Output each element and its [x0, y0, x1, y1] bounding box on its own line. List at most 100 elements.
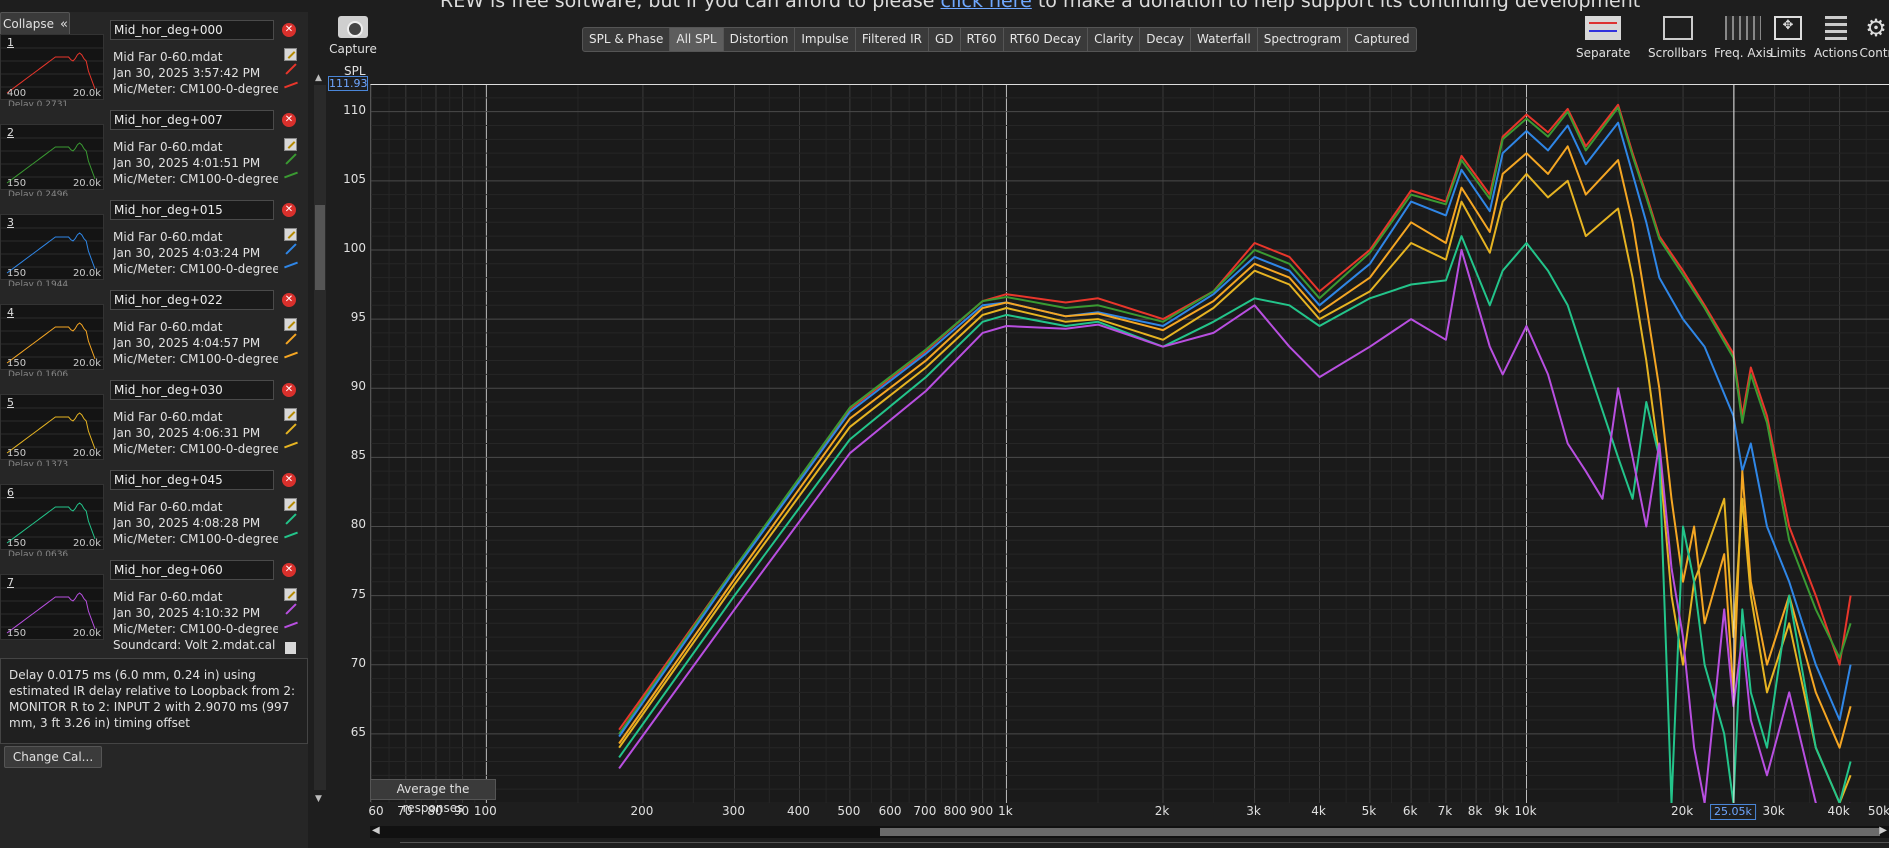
spl-plot[interactable]	[370, 84, 1889, 803]
measurement-thumbnail[interactable]: 1 400 20.0k	[0, 34, 104, 100]
scroll-down-icon[interactable]: ▼	[315, 794, 322, 804]
measurement-thumbnail[interactable]: 7 150 20.0k	[0, 574, 104, 640]
measurement-name-field[interactable]: Mid_hor_deg+000	[110, 20, 274, 40]
measurement-item[interactable]: 4 150 20.0k Mid_hor_deg+022 ✕ Mid Far 0-60.md…	[0, 286, 308, 376]
y-tick-label: 90	[350, 379, 366, 394]
trace-color-icon[interactable]	[285, 423, 297, 435]
scroll-left-icon[interactable]: ◀	[372, 825, 380, 836]
measurement-name-field[interactable]: Mid_hor_deg+007	[110, 110, 274, 130]
remove-measurement-icon[interactable]: ✕	[282, 473, 296, 487]
trace-color-icon[interactable]	[285, 603, 297, 615]
scrollbars-button[interactable]: Scrollbars	[1648, 16, 1707, 60]
measurement-item[interactable]: 7 150 20.0k Mid_hor_deg+060 ✕ Mid Far 0-60.md…	[0, 556, 308, 654]
edit-notes-icon[interactable]	[284, 138, 297, 151]
document-icon	[285, 642, 296, 654]
remove-measurement-icon[interactable]: ✕	[282, 563, 296, 577]
measurement-file: Mid Far 0-60.mdat	[113, 320, 223, 334]
change-cal-button[interactable]: Change Cal...	[4, 746, 102, 768]
average-responses-button[interactable]: Average the responses	[370, 779, 496, 815]
thumbnail-low-freq: 150	[7, 178, 27, 189]
remove-measurement-icon[interactable]: ✕	[282, 203, 296, 217]
measurement-item[interactable]: 2 150 20.0k Mid_hor_deg+007 ✕ Mid Far 0-60.md…	[0, 106, 308, 196]
banner-text: REW is free software, but if you can aff…	[440, 0, 941, 12]
measurement-name-field[interactable]: Mid_hor_deg+030	[110, 380, 274, 400]
thumbnail-low-freq: 150	[7, 538, 27, 549]
measurement-number: 4	[7, 306, 14, 319]
tab-distortion[interactable]: Distortion	[724, 28, 796, 51]
measurement-thumbnail[interactable]: 6 150 20.0k	[0, 484, 104, 550]
scroll-up-icon[interactable]: ▲	[315, 73, 322, 83]
x-tick-label: 10k	[1514, 804, 1537, 818]
trace-color-icon[interactable]	[285, 63, 297, 75]
edit-notes-icon[interactable]	[284, 48, 297, 61]
measurement-info: Mid Far 0-60.mdat Jan 30, 2025 4:01:51 PM…	[113, 139, 278, 187]
tab-decay[interactable]: Decay	[1140, 28, 1191, 51]
trace-style-icon[interactable]	[284, 441, 298, 449]
tab-captured[interactable]: Captured	[1348, 28, 1415, 51]
trace-style-icon[interactable]	[284, 351, 298, 359]
tab-clarity[interactable]: Clarity	[1088, 28, 1141, 51]
remove-measurement-icon[interactable]: ✕	[282, 383, 296, 397]
horizontal-scrollbar-thumb[interactable]	[880, 828, 1880, 836]
limits-button[interactable]: ✥ Limits	[1770, 16, 1806, 60]
freq-axis-button[interactable]: Freq. Axis	[1714, 16, 1772, 60]
measurement-thumbnail[interactable]: 3 150 20.0k	[0, 214, 104, 280]
tab-gd[interactable]: GD	[929, 28, 961, 51]
measurement-name-field[interactable]: Mid_hor_deg+060	[110, 560, 274, 580]
measurement-item[interactable]: 5 150 20.0k Mid_hor_deg+030 ✕ Mid Far 0-60.md…	[0, 376, 308, 466]
trace-color-icon[interactable]	[285, 513, 297, 525]
tab-rt60-decay[interactable]: RT60 Decay	[1004, 28, 1089, 51]
edit-notes-icon[interactable]	[284, 228, 297, 241]
scroll-right-icon[interactable]: ▶	[1879, 825, 1887, 836]
trace-style-icon[interactable]	[284, 261, 298, 269]
tab-rt60[interactable]: RT60	[961, 28, 1004, 51]
measurement-item[interactable]: 3 150 20.0k Mid_hor_deg+015 ✕ Mid Far 0-60.md…	[0, 196, 308, 286]
capture-button[interactable]: Capture	[326, 16, 380, 56]
horizontal-scrollbar[interactable]: ◀ ▶	[370, 825, 1889, 838]
measurement-thumbnail[interactable]: 2 150 20.0k	[0, 124, 104, 190]
edit-notes-icon[interactable]	[284, 318, 297, 331]
measurement-file: Mid Far 0-60.mdat	[113, 500, 223, 514]
trace-style-icon[interactable]	[284, 531, 298, 539]
measurement-name-field[interactable]: Mid_hor_deg+022	[110, 290, 274, 310]
edit-notes-icon[interactable]	[284, 588, 297, 601]
measurement-date: Jan 30, 2025 4:03:24 PM	[113, 246, 261, 260]
separate-button[interactable]: Separate	[1576, 16, 1630, 60]
donation-link[interactable]: click here	[941, 0, 1032, 12]
edit-notes-icon[interactable]	[284, 408, 297, 421]
measurement-name-field[interactable]: Mid_hor_deg+015	[110, 200, 274, 220]
x-tick-label: 8k	[1467, 804, 1483, 818]
tab-spectrogram[interactable]: Spectrogram	[1258, 28, 1349, 51]
measurement-date: Jan 30, 2025 4:10:32 PM	[113, 606, 261, 620]
trace-style-icon[interactable]	[284, 171, 298, 179]
measurement-thumbnail[interactable]: 4 150 20.0k	[0, 304, 104, 370]
measurement-item[interactable]: 1 400 20.0k Mid_hor_deg+000 ✕ Mid Far 0-60.md…	[0, 16, 308, 106]
edit-notes-icon[interactable]	[284, 498, 297, 511]
measurement-name-field[interactable]: Mid_hor_deg+045	[110, 470, 274, 490]
x-tick-label: 60	[368, 804, 384, 818]
tab-impulse[interactable]: Impulse	[795, 28, 856, 51]
gear-button[interactable]: ⚙ Contr	[1858, 16, 1889, 60]
remove-measurement-icon[interactable]: ✕	[282, 23, 296, 37]
x-tick-label: 100	[473, 804, 497, 818]
measurement-thumbnail[interactable]: 5 150 20.0k	[0, 394, 104, 460]
thumbnail-low-freq: 400	[7, 88, 27, 99]
capture-label: Capture	[329, 42, 377, 56]
tab-filtered-ir[interactable]: Filtered IR	[856, 28, 929, 51]
camera-icon	[338, 16, 368, 38]
trace-color-icon[interactable]	[285, 243, 297, 255]
trace-style-icon[interactable]	[284, 81, 298, 89]
tab-waterfall[interactable]: Waterfall	[1191, 28, 1258, 51]
scrollbar-thumb[interactable]	[315, 205, 325, 290]
trace-color-icon[interactable]	[285, 153, 297, 165]
panel-scrollbar[interactable]: ▲ ▼	[314, 73, 326, 804]
tab-all-spl[interactable]: All SPL	[670, 28, 724, 51]
remove-measurement-icon[interactable]: ✕	[282, 293, 296, 307]
trace-style-icon[interactable]	[284, 621, 298, 629]
trace-color-icon[interactable]	[285, 333, 297, 345]
actions-button[interactable]: Actions	[1814, 16, 1858, 60]
measurement-item[interactable]: 6 150 20.0k Mid_hor_deg+045 ✕ Mid Far 0-60.md…	[0, 466, 308, 556]
tab-spl-phase[interactable]: SPL & Phase	[583, 28, 671, 51]
remove-measurement-icon[interactable]: ✕	[282, 113, 296, 127]
x-tick-label: 300	[722, 804, 745, 818]
